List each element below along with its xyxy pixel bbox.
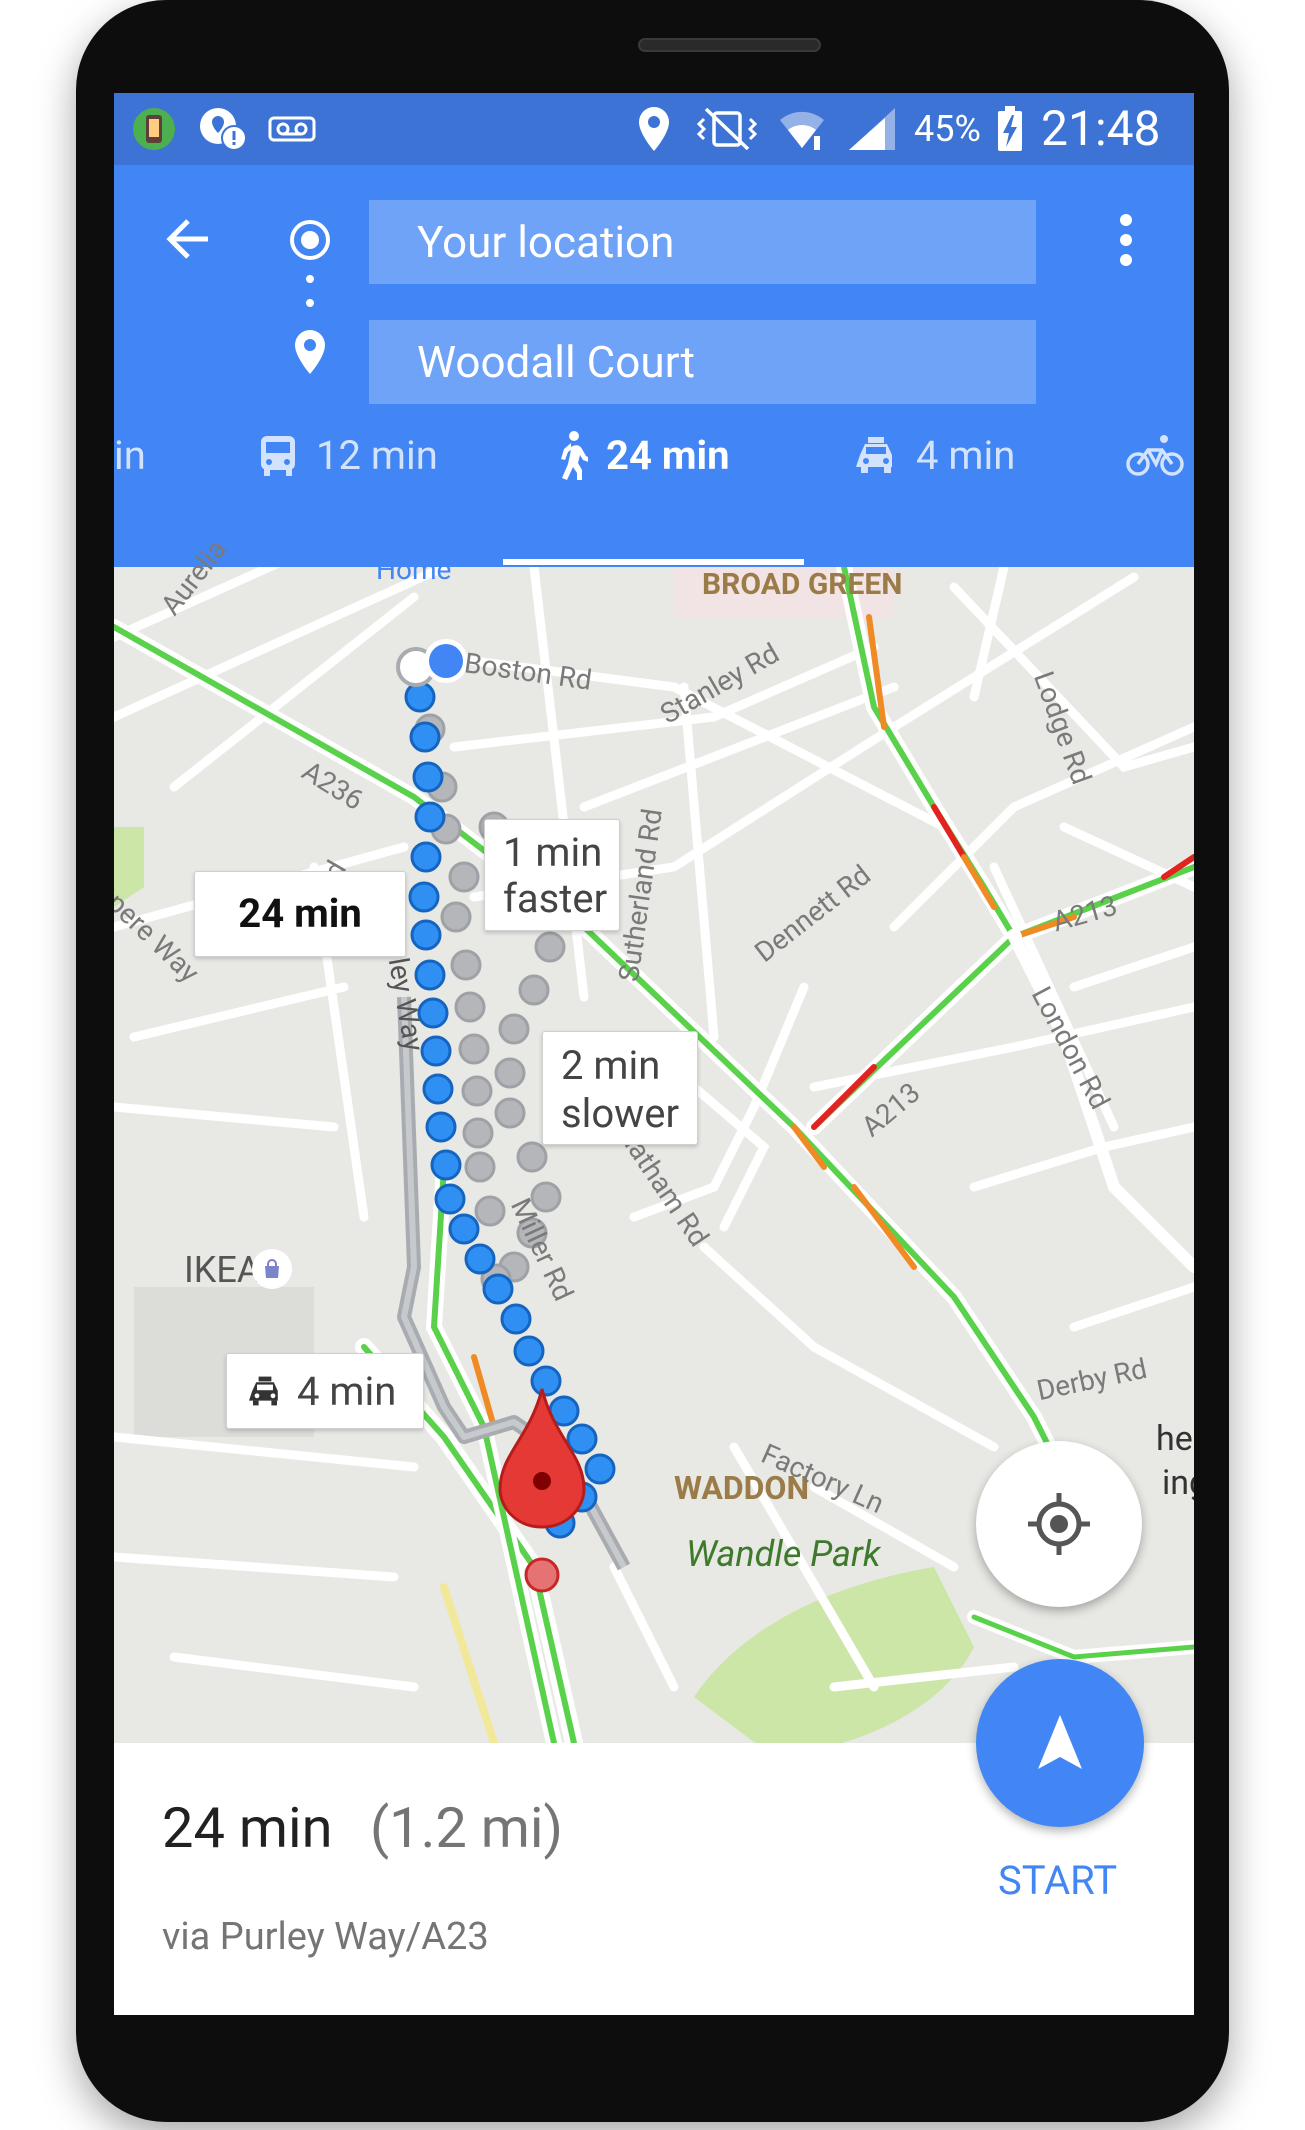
walk-icon — [561, 431, 588, 480]
more-vert-icon[interactable] — [1106, 205, 1146, 275]
alt-route-slower-bubble[interactable]: 2 min slower — [542, 1031, 698, 1145]
start-navigation-button[interactable] — [976, 1659, 1144, 1827]
battery-charging-icon — [994, 103, 1026, 155]
tab-taxi-label: 4 min — [916, 431, 1016, 479]
map-view[interactable]: BROAD GREEN WADDON Wandle Park IKEA Home… — [114, 533, 1194, 1743]
tab-indicator — [503, 559, 804, 565]
summary-distance: (1.2 mi) — [370, 1795, 563, 1861]
my-location-icon — [1028, 1493, 1090, 1555]
tab-transit[interactable]: 12 min — [258, 405, 438, 505]
alt-route-faster-bubble[interactable]: 1 min faster — [484, 819, 620, 931]
wifi-icon — [774, 103, 830, 155]
map-label-ikea: IKEA — [184, 1249, 261, 1291]
summary-via: via Purley Way/A23 — [162, 1915, 489, 1959]
voicemail-icon — [264, 103, 320, 155]
map-label-the-w: he W — [1156, 1419, 1194, 1459]
route-dots — [304, 269, 316, 319]
origin-dot-icon — [288, 218, 332, 262]
place-pin-icon — [292, 327, 328, 377]
alt-route-faster-label: faster — [503, 875, 608, 922]
maps-alert-icon — [196, 103, 252, 155]
start-label[interactable]: START — [998, 1857, 1117, 1904]
tab-drive-label: in — [114, 431, 146, 479]
map-label-home: Home — [376, 553, 452, 586]
cell-signal-icon — [842, 103, 902, 155]
directions-header: Your location Woodall Court in 12 min 24… — [114, 165, 1194, 567]
alt-route-slower-time: 2 min — [561, 1042, 661, 1089]
origin-marker — [396, 639, 468, 687]
bus-icon — [261, 436, 295, 476]
summary-duration: 24 min — [162, 1795, 333, 1861]
tab-walk[interactable]: 24 min — [556, 405, 730, 505]
map-label-broad-green: BROAD GREEN — [702, 567, 903, 602]
bike-icon — [1126, 435, 1184, 476]
taxi-icon — [856, 437, 892, 473]
map-label-wandle-park: Wandle Park — [686, 1533, 881, 1575]
tab-transit-label: 12 min — [316, 431, 438, 479]
navigation-arrow-icon — [1038, 1715, 1082, 1769]
phone-screen: 45% 21:48 Your location Woodall Court in… — [114, 93, 1194, 2015]
vibrate-off-icon — [692, 103, 762, 155]
tab-drive-partial[interactable]: in — [114, 405, 146, 505]
battery-percent: 45% — [914, 108, 981, 150]
destination-field[interactable]: Woodall Court — [369, 320, 1036, 404]
location-icon — [632, 103, 676, 155]
taxi-icon — [249, 1376, 278, 1406]
tab-bike[interactable] — [1126, 405, 1184, 505]
taxi-time-label: 4 min — [297, 1367, 397, 1415]
tab-walk-label: 24 min — [606, 431, 730, 479]
my-location-button[interactable] — [976, 1441, 1142, 1607]
status-bar: 45% 21:48 — [114, 93, 1194, 165]
phone-speaker — [638, 38, 821, 52]
taxi-time-bubble[interactable]: 4 min — [226, 1353, 424, 1429]
alt-route-faster-time: 1 min — [503, 829, 603, 876]
alt-route-slower-label: slower — [561, 1090, 680, 1137]
app-notification-icon — [128, 103, 180, 155]
clock: 21:48 — [1041, 100, 1161, 157]
back-icon[interactable] — [158, 209, 218, 269]
route-time-bubble[interactable]: 24 min — [194, 871, 406, 957]
origin-field[interactable]: Your location — [369, 200, 1036, 284]
map-label-ing: ing — [1162, 1463, 1194, 1503]
tab-taxi[interactable]: 4 min — [854, 405, 1015, 505]
shopping-bag-icon[interactable] — [252, 1249, 292, 1289]
